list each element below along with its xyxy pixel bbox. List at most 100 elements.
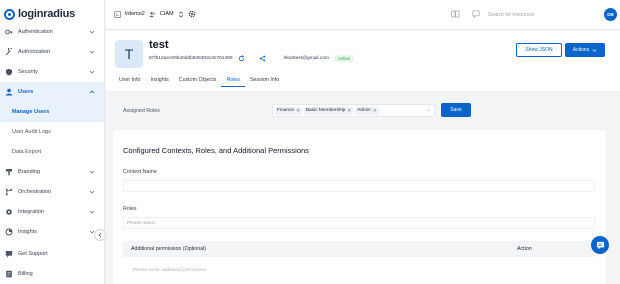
profile-tabs: User Info Insights Custom Objects Roles … <box>114 73 284 87</box>
close-icon[interactable]: ✕ <box>373 108 377 114</box>
context-name-input[interactable] <box>123 180 595 192</box>
collapse-sidebar-button[interactable] <box>94 229 106 241</box>
wrench-icon <box>5 48 13 56</box>
share-icon[interactable] <box>259 55 266 62</box>
key-icon <box>5 28 13 36</box>
sidebar-item-security[interactable]: Security <box>0 62 104 82</box>
chevron-down-icon <box>89 70 95 74</box>
support-icon <box>5 250 13 258</box>
additional-permission-input[interactable]: Please enter additional permission <box>133 268 206 273</box>
puzzle-icon <box>5 208 13 216</box>
insights-icon <box>5 228 13 236</box>
sidebar-item-label: Branding <box>18 169 41 175</box>
sidebar-item-label: Integration <box>18 209 44 215</box>
tab-custom-objects[interactable]: Custom Objects <box>174 73 222 87</box>
brush-icon <box>5 168 13 176</box>
role-chip-label: Finance <box>277 108 295 113</box>
chevron-down-icon <box>426 109 431 112</box>
sidebar-item-label: Authorization <box>18 49 51 55</box>
sidebar-subitem-data-export[interactable]: Data Export <box>0 142 104 162</box>
assigned-roles-label: Assigned Roles <box>123 108 160 114</box>
sidebar-item-label: Insights <box>18 229 37 235</box>
shield-icon <box>5 68 13 76</box>
chevron-up-icon <box>89 90 95 94</box>
chat-button[interactable] <box>591 236 609 254</box>
save-button[interactable]: Save <box>441 103 471 117</box>
chat-bubble-icon <box>596 241 604 249</box>
contexts-panel: Configured Contexts, Roles, and Addition… <box>113 130 606 284</box>
search-input[interactable]: Search for resources <box>486 9 596 21</box>
role-chip-label: Basic Membership <box>305 108 346 113</box>
sidebar-item-authentication[interactable]: Authentication <box>0 22 104 42</box>
logo-text: loginradius <box>18 8 76 20</box>
status-badge: Active <box>333 55 355 62</box>
roles-select[interactable]: Please select <box>123 217 595 229</box>
sidebar-item-label: Get Support <box>18 251 48 257</box>
assigned-roles-section: Assigned Roles Finance ✕ Basic Membership… <box>113 97 606 125</box>
user-icon <box>5 88 13 96</box>
tenant-switcher[interactable]: L lrdemo2 CIAM <box>114 10 196 18</box>
close-icon[interactable]: ✕ <box>347 108 351 114</box>
sidebar-item-integration[interactable]: Integration <box>0 202 104 222</box>
tab-session-info[interactable]: Session Info <box>245 73 284 87</box>
sidebar-item-billing[interactable]: Billing <box>0 264 104 284</box>
tab-user-info[interactable]: User Info <box>114 73 146 87</box>
chevron-left-icon <box>98 232 102 238</box>
tab-insights[interactable]: Insights <box>146 73 174 87</box>
top-bar: L lrdemo2 CIAM Search for resources DB <box>106 0 620 30</box>
tab-roles[interactable]: Roles <box>221 73 245 87</box>
user-uid: 87f912aec09b40ddb936363c3e701499 <box>149 56 233 61</box>
roles-multiselect[interactable]: Finance ✕ Basic Membership ✕ Admin ✕ <box>272 104 435 117</box>
user-email: lrkwittest@gmail.com <box>283 56 329 61</box>
sidebar-item-label: Users <box>18 89 34 95</box>
refresh-icon[interactable] <box>238 55 245 62</box>
actions-label: Actions <box>572 47 590 53</box>
chevron-down-icon <box>89 50 95 54</box>
sidebar-item-users[interactable]: Users <box>0 82 104 102</box>
tenant-name: lrdemo2 <box>125 11 145 17</box>
app-type: CIAM <box>159 11 174 17</box>
avatar[interactable]: DB <box>604 8 617 21</box>
chevron-down-icon <box>592 48 597 52</box>
role-chip: Basic Membership ✕ <box>303 106 354 115</box>
sidebar-item-label: Billing <box>18 271 33 277</box>
sidebar-item-get-support[interactable]: Get Support <box>0 244 104 264</box>
roles-label: Roles <box>123 206 137 212</box>
gear-icon[interactable] <box>188 10 196 18</box>
role-chip: Finance ✕ <box>275 106 302 115</box>
sidebar-item-label: Security <box>18 69 38 75</box>
chat-icon[interactable] <box>472 10 480 18</box>
user-avatar: T <box>115 40 143 68</box>
show-json-button[interactable]: Show JSON <box>516 43 562 57</box>
profile-header: T test 87f912aec09b40ddb936363c3e701499 … <box>106 31 620 91</box>
logo[interactable]: loginradius <box>4 6 75 22</box>
sidebar-item-authorization[interactable]: Authorization <box>0 42 104 62</box>
context-name-label: Context Name <box>123 169 157 175</box>
sidebar-nav: Authentication Authorization Security Us… <box>0 22 104 284</box>
sidebar-item-orchestration[interactable]: Orchestration <box>0 182 104 202</box>
sidebar-item-label: Orchestration <box>18 189 52 195</box>
sidebar-item-insights[interactable]: Insights <box>0 222 104 242</box>
actions-button[interactable]: Actions <box>565 43 605 57</box>
top-icons <box>451 10 480 18</box>
users-icon <box>149 11 156 17</box>
sidebar-subitem-manage-users[interactable]: Manage Users <box>0 102 104 122</box>
billing-icon <box>5 270 13 278</box>
sidebar-subitem-user-audit-logs[interactable]: User Audit Logs <box>0 122 104 142</box>
tenant-badge: L <box>114 10 121 18</box>
select-arrows-icon <box>178 10 183 18</box>
permissions-table-header: Additional permission (Optional) Action <box>123 241 595 257</box>
flow-icon <box>5 188 13 196</box>
chevron-down-icon <box>89 210 95 214</box>
docs-icon[interactable] <box>451 10 460 18</box>
user-name: test <box>149 39 169 51</box>
chevron-down-icon <box>89 170 95 174</box>
column-header-action: Action <box>517 246 532 252</box>
role-chip: Admin ✕ <box>355 106 379 115</box>
close-icon[interactable]: ✕ <box>296 108 300 114</box>
logo-icon <box>4 8 15 20</box>
user-meta: 87f912aec09b40ddb936363c3e701499 lrkwitt… <box>149 55 355 62</box>
sidebar-item-branding[interactable]: Branding <box>0 162 104 182</box>
column-header-permission: Additional permission (Optional) <box>131 246 207 252</box>
sidebar: loginradius Authentication Authorization… <box>0 0 106 284</box>
